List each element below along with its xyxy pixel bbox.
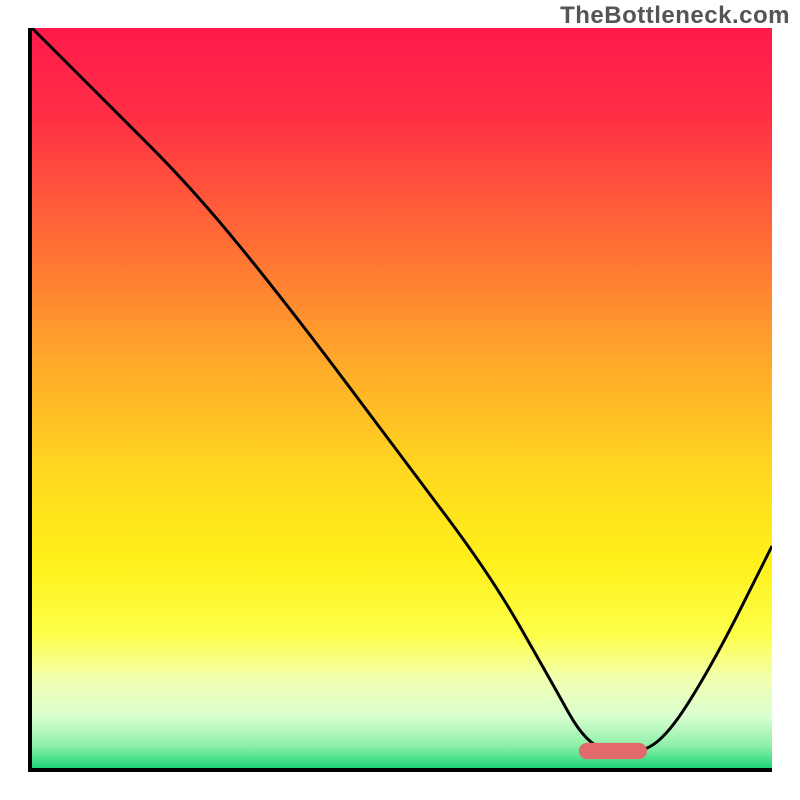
- watermark-text: TheBottleneck.com: [560, 2, 790, 30]
- x-axis-line: [28, 768, 772, 772]
- chart-svg: [32, 28, 772, 768]
- chart-container: TheBottleneck.com: [0, 0, 800, 800]
